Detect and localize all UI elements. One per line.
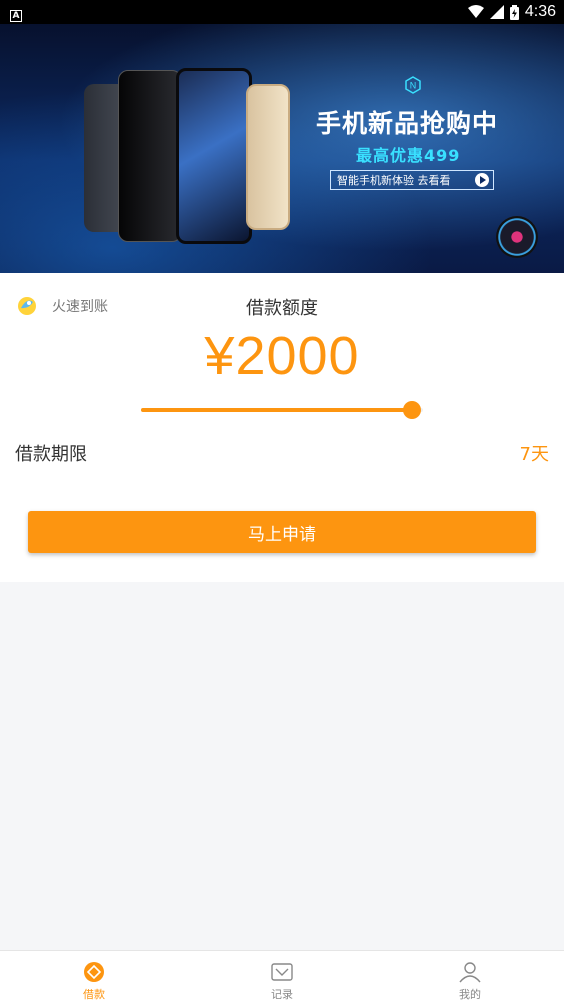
wifi-icon	[467, 5, 484, 18]
nav-label: 借款	[83, 988, 105, 1001]
quota-title: 借款额度	[246, 298, 318, 319]
loan-card: 火速到账 借款额度 ¥2000 借款期限 7天 马上申请	[0, 273, 564, 582]
banner-cta-button[interactable]: 智能手机新体验 去看看	[330, 170, 494, 190]
status-left: A	[10, 3, 22, 22]
brand-logo-icon: N	[405, 76, 421, 94]
status-time: 4:36	[524, 3, 556, 20]
signal-icon	[489, 5, 504, 19]
promo-banner[interactable]: N 手机新品抢购中 最高优惠499 智能手机新体验 去看看	[0, 24, 564, 273]
banner-subtitle: 最高优惠499	[356, 146, 461, 165]
loan-amount: ¥2000	[204, 326, 360, 386]
banner-cta-label: 智能手机新体验 去看看	[337, 174, 451, 187]
app-notification-icon: A	[10, 9, 22, 22]
svg-text:N: N	[410, 81, 417, 91]
amount-slider[interactable]	[141, 400, 423, 420]
play-icon	[475, 173, 489, 187]
slider-fill	[141, 408, 412, 412]
status-right: 4:36	[467, 3, 556, 21]
phone-image	[246, 84, 290, 230]
loan-icon	[84, 962, 104, 982]
record-icon	[271, 963, 293, 981]
nav-item-mine[interactable]: 我的	[376, 951, 564, 1002]
loan-term-row[interactable]: 借款期限 7天	[15, 440, 549, 466]
nav-item-records[interactable]: 记录	[188, 951, 376, 1002]
user-icon	[459, 962, 481, 983]
phone-image	[118, 70, 182, 242]
battery-icon	[509, 4, 519, 20]
phone-image	[176, 68, 252, 244]
apply-button[interactable]: 马上申请	[28, 511, 536, 553]
bottom-nav: 借款 记录 我的	[0, 950, 564, 1002]
banner-title: 手机新品抢购中	[316, 110, 499, 138]
slider-thumb[interactable]	[402, 401, 421, 419]
term-value: 7天	[519, 444, 549, 465]
nav-item-loan[interactable]: 借款	[0, 951, 188, 1002]
nav-label: 记录	[271, 988, 293, 1001]
status-bar: A 4:36	[0, 0, 564, 24]
speaker-icon	[496, 216, 538, 258]
nav-label: 我的	[459, 988, 481, 1001]
term-label: 借款期限	[15, 444, 87, 465]
